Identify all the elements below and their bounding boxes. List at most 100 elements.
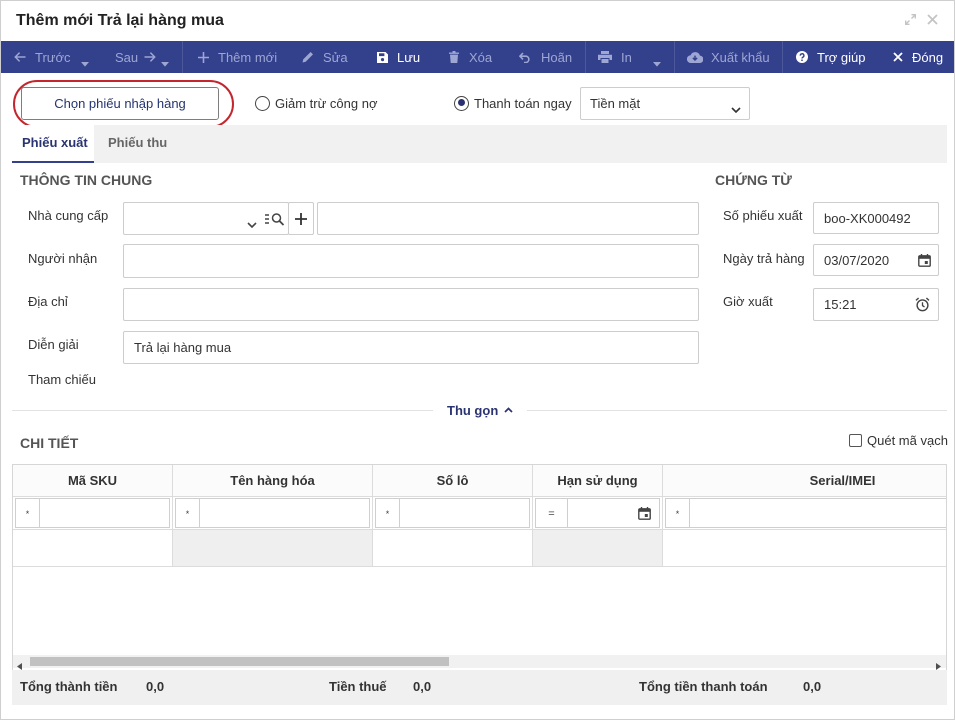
- filter-input-expiry-date[interactable]: [568, 499, 636, 527]
- supplier-combobox[interactable]: [123, 202, 289, 235]
- filter-cell-expiry-date: =: [533, 497, 663, 530]
- table-cell[interactable]: [13, 530, 173, 567]
- filter-input-product-name[interactable]: [200, 499, 369, 527]
- defer-label: Hoãn: [541, 49, 573, 65]
- supplier-name-input[interactable]: [317, 202, 699, 235]
- grid-body: Mã SKU Tên hàng hóa Số lô Hạn sử dụng Se…: [13, 465, 946, 567]
- save-button[interactable]: Lưu: [377, 41, 420, 73]
- add-label: Thêm mới: [218, 49, 278, 65]
- toolbar-separator: [585, 41, 586, 73]
- filter-operator-product-name[interactable]: *: [175, 498, 200, 528]
- filter-input-lot-number[interactable]: [400, 499, 529, 527]
- save-label: Lưu: [397, 49, 421, 65]
- close-x-icon: [893, 52, 903, 62]
- prev-button[interactable]: Trước: [14, 41, 71, 73]
- collapse-toggle[interactable]: Thu gọn: [447, 402, 513, 418]
- next-dropdown-caret-icon[interactable]: [161, 55, 169, 70]
- column-header-lot-number[interactable]: Số lô: [373, 465, 533, 497]
- scroll-left-arrow-icon[interactable]: [17, 658, 22, 670]
- barcode-scan-checkbox[interactable]: [849, 434, 862, 447]
- edit-button[interactable]: Sửa: [302, 41, 348, 73]
- radio-debt-deduction[interactable]: Giảm trừ công nợ: [255, 95, 377, 111]
- dialog-window: Thêm mới Trả lại hàng mua Trước Sau Thêm…: [0, 0, 955, 720]
- radio-pay-now[interactable]: Thanh toán ngay: [454, 95, 572, 111]
- filter-operator-serial-imei[interactable]: *: [665, 498, 690, 528]
- export-time-field[interactable]: [813, 288, 939, 321]
- filter-field-serial-imei[interactable]: [690, 498, 946, 528]
- column-header-sku[interactable]: Mã SKU: [13, 465, 173, 497]
- filter-field-product-name[interactable]: [200, 498, 370, 528]
- table-cell: [533, 530, 663, 567]
- table-cell[interactable]: [663, 530, 946, 567]
- export-time-label: Giờ xuất: [723, 294, 773, 309]
- print-button[interactable]: In: [598, 41, 632, 73]
- tab-export-voucher[interactable]: Phiếu xuất: [12, 125, 94, 163]
- undo-icon: [519, 51, 532, 63]
- pencil-icon: [302, 51, 314, 63]
- table-cell[interactable]: [373, 530, 533, 567]
- export-button[interactable]: Xuất khẩu: [687, 41, 770, 73]
- filter-field-expiry-date[interactable]: [568, 498, 660, 528]
- filter-operator-sku[interactable]: *: [15, 498, 40, 528]
- voucher-number-label: Số phiếu xuất: [723, 208, 803, 223]
- choose-purchase-receipt-button[interactable]: Chọn phiếu nhập hàng: [21, 87, 219, 120]
- address-input[interactable]: [123, 288, 699, 321]
- horizontal-scrollbar[interactable]: [13, 655, 946, 670]
- voucher-number-input[interactable]: [813, 202, 939, 234]
- close-button[interactable]: Đóng: [893, 41, 943, 73]
- filter-field-lot-number[interactable]: [400, 498, 530, 528]
- return-date-field[interactable]: [813, 244, 939, 276]
- tab-receipt-voucher[interactable]: Phiếu thu: [108, 125, 167, 163]
- detail-grid: Mã SKU Tên hàng hóa Số lô Hạn sử dụng Se…: [12, 464, 947, 670]
- add-supplier-button[interactable]: [288, 202, 314, 235]
- divider-line: [527, 410, 947, 411]
- payment-method-select[interactable]: Tiền mặt: [580, 87, 750, 120]
- add-button[interactable]: Thêm mới: [198, 41, 277, 73]
- description-input[interactable]: [123, 331, 699, 364]
- calendar-icon[interactable]: [638, 507, 651, 523]
- return-date-label: Ngày trả hàng: [723, 251, 805, 266]
- filter-input-serial-imei[interactable]: [690, 499, 946, 527]
- radio-circle-icon[interactable]: [454, 95, 469, 111]
- supplier-code-input[interactable]: [124, 203, 242, 234]
- close-icon[interactable]: [927, 14, 938, 25]
- search-list-icon[interactable]: [265, 212, 285, 229]
- help-label: Trợ giúp: [817, 49, 866, 65]
- filter-cell-sku: *: [13, 497, 173, 530]
- table-row[interactable]: [13, 530, 946, 567]
- payment-method-value: Tiền mặt: [590, 96, 641, 111]
- receiver-input[interactable]: [123, 244, 699, 278]
- scrollbar-thumb[interactable]: [30, 657, 449, 666]
- tab-bar: Phiếu xuất Phiếu thu: [12, 125, 947, 163]
- maximize-icon[interactable]: [905, 14, 916, 25]
- calendar-icon[interactable]: [918, 254, 931, 270]
- print-dropdown-caret-icon[interactable]: [653, 55, 661, 70]
- scroll-right-arrow-icon[interactable]: [936, 658, 941, 670]
- filter-input-sku[interactable]: [40, 499, 169, 527]
- radio-pay-now-label: Thanh toán ngay: [474, 95, 572, 111]
- radio-circle-icon[interactable]: [255, 95, 270, 111]
- grid-header-row: Mã SKU Tên hàng hóa Số lô Hạn sử dụng Se…: [13, 465, 946, 497]
- plus-icon: [295, 213, 307, 228]
- column-header-expiry-date[interactable]: Hạn sử dụng: [533, 465, 663, 497]
- chevron-down-icon[interactable]: [247, 216, 257, 231]
- delete-label: Xóa: [469, 49, 493, 65]
- toolbar-separator: [782, 41, 783, 73]
- alarm-clock-icon[interactable]: [915, 297, 930, 315]
- filter-field-sku[interactable]: [40, 498, 170, 528]
- defer-button[interactable]: Hoãn: [519, 41, 572, 73]
- collapse-label: Thu gọn: [447, 402, 499, 418]
- next-button[interactable]: Sau: [115, 41, 156, 73]
- arrow-right-icon: [144, 51, 156, 63]
- column-header-serial-imei[interactable]: Serial/IMEI: [663, 465, 946, 497]
- totals-footer: Tổng thành tiền 0,0 Tiền thuế 0,0 Tổng t…: [12, 670, 947, 705]
- column-header-product-name[interactable]: Tên hàng hóa: [173, 465, 373, 497]
- edit-label: Sửa: [323, 49, 348, 65]
- delete-button[interactable]: Xóa: [449, 41, 492, 73]
- prev-dropdown-caret-icon[interactable]: [81, 55, 89, 70]
- detail-heading: CHI TIẾT: [20, 435, 79, 451]
- help-button[interactable]: Trợ giúp: [796, 41, 866, 73]
- filter-operator-expiry-date[interactable]: =: [535, 498, 568, 528]
- filter-operator-lot-number[interactable]: *: [375, 498, 400, 528]
- address-label: Địa chỉ: [28, 294, 68, 309]
